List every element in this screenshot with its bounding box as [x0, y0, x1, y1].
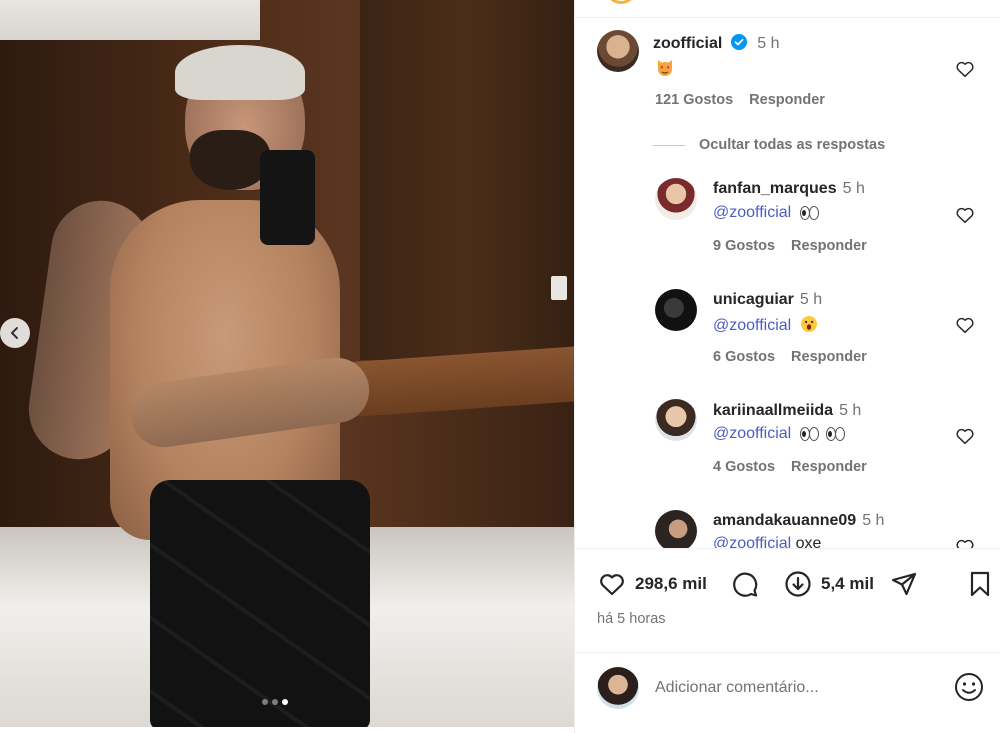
download-circle-icon	[785, 571, 811, 597]
avatar[interactable]	[655, 178, 697, 220]
verified-badge-icon	[730, 34, 747, 50]
carousel-indicator	[262, 699, 288, 705]
reply-time: 5 h	[842, 180, 865, 197]
reply-likes[interactable]: 6 Gostos	[713, 349, 775, 365]
save-button[interactable]	[965, 569, 995, 599]
photo-light-switch	[551, 276, 567, 300]
like-reply-heart-icon[interactable]	[954, 314, 976, 336]
reply-body: oxe	[795, 535, 822, 548]
divider-line	[653, 144, 685, 146]
avatar[interactable]	[597, 30, 639, 72]
photo-wall	[0, 0, 260, 40]
send-button[interactable]	[889, 569, 919, 599]
comment-username[interactable]: zoofficial	[653, 35, 722, 52]
reply-button[interactable]: Responder	[749, 92, 825, 108]
reply-likes[interactable]: 4 Gostos	[713, 459, 775, 475]
post-timestamp: há 5 horas	[597, 611, 666, 627]
avatar[interactable]	[655, 289, 697, 331]
reply-time: 5 h	[799, 291, 823, 308]
reply-header: fanfan_marques 5 h	[713, 180, 865, 198]
eyes-emoji-icon	[799, 206, 819, 220]
reply-header: unicaguiar 5 h	[713, 291, 822, 309]
post-photo	[0, 0, 574, 727]
eyes-emoji-icon	[799, 427, 819, 441]
comment-time: 5 h	[757, 35, 780, 52]
reply-header: amandakauanne09 5 h	[713, 512, 884, 530]
main-comment-header: zoofficial 5 h	[653, 34, 780, 53]
like-reply-heart-icon[interactable]	[954, 204, 976, 226]
comments-panel: zoofficial 5 h 121 Gostos Responder Ocul…	[574, 0, 1000, 733]
reply-username[interactable]: fanfan_marques	[713, 180, 837, 197]
reply-meta: 9 Gostos Responder	[713, 238, 867, 254]
like-reply-heart-icon[interactable]	[954, 536, 976, 548]
reply-button[interactable]: Responder	[791, 459, 867, 475]
share-count-button[interactable]: 5,4 mil	[783, 569, 874, 599]
paper-plane-icon	[891, 572, 917, 596]
post-action-bar: 298,6 mil 5,4 mil há 5 horas	[575, 548, 1000, 648]
like-comment-heart-icon[interactable]	[954, 58, 976, 80]
reply-meta: 6 Gostos Responder	[713, 349, 867, 365]
reply-likes[interactable]: 9 Gostos	[713, 238, 775, 254]
surprised-face-emoji-icon	[800, 316, 817, 332]
avatar[interactable]	[655, 510, 697, 548]
carousel-dot	[262, 699, 268, 705]
photo-person	[22, 45, 374, 727]
reply-text: @zoofficial	[713, 425, 846, 443]
comment-button[interactable]	[729, 569, 759, 599]
reply-username[interactable]: amandakauanne09	[713, 512, 856, 529]
chevron-left-icon	[11, 327, 18, 339]
reply-time: 5 h	[839, 402, 862, 419]
reply-username[interactable]: kariinaallmeiida	[713, 402, 833, 419]
avatar[interactable]	[655, 399, 697, 441]
photo-wood-panel	[360, 0, 574, 360]
story-ring-icon	[605, 0, 637, 4]
like-button[interactable]: 298,6 mil	[597, 569, 707, 599]
share-count: 5,4 mil	[821, 574, 874, 593]
reply-text: @zoofficial	[713, 204, 819, 222]
reply-text: @zoofficial	[713, 315, 818, 335]
carousel-prev-button[interactable]	[0, 318, 30, 348]
comment-bubble-icon	[733, 572, 758, 597]
current-user-avatar	[597, 667, 639, 709]
hide-replies-toggle[interactable]: Ocultar todas as respostas	[653, 137, 885, 153]
reply-text: @zoofficial oxe	[713, 535, 821, 548]
comment-likes[interactable]: 121 Gostos	[655, 92, 733, 108]
mention-link[interactable]: @zoofficial	[713, 425, 791, 442]
mention-link[interactable]: @zoofficial	[713, 317, 791, 334]
carousel-dot	[272, 699, 278, 705]
hide-replies-label: Ocultar todas as respostas	[699, 137, 886, 153]
like-count: 298,6 mil	[635, 574, 707, 593]
reply-username[interactable]: unicaguiar	[713, 291, 794, 308]
heart-icon	[600, 574, 624, 596]
reply-header: kariinaallmeiida 5 h	[713, 402, 861, 420]
eyes-emoji-icon	[826, 427, 846, 441]
cat-heart-eyes-emoji-icon	[655, 58, 675, 83]
mention-link[interactable]: @zoofficial	[713, 535, 791, 548]
emoji-picker-icon[interactable]	[953, 671, 985, 703]
mention-link[interactable]: @zoofficial	[713, 204, 791, 221]
carousel-dot-active	[282, 699, 288, 705]
like-reply-heart-icon[interactable]	[954, 425, 976, 447]
reply-button[interactable]: Responder	[791, 349, 867, 365]
bookmark-icon	[970, 571, 990, 597]
main-comment-meta: 121 Gostos Responder	[655, 92, 825, 108]
reply-time: 5 h	[862, 512, 885, 529]
reply-button[interactable]: Responder	[791, 238, 867, 254]
add-comment-input[interactable]	[655, 673, 935, 703]
reply-clipped: amandakauanne09 5 h @zoofficial oxe	[575, 500, 1000, 548]
add-comment-bar	[575, 652, 1000, 728]
header-strip	[575, 0, 1000, 18]
reply-meta: 4 Gostos Responder	[713, 459, 867, 475]
